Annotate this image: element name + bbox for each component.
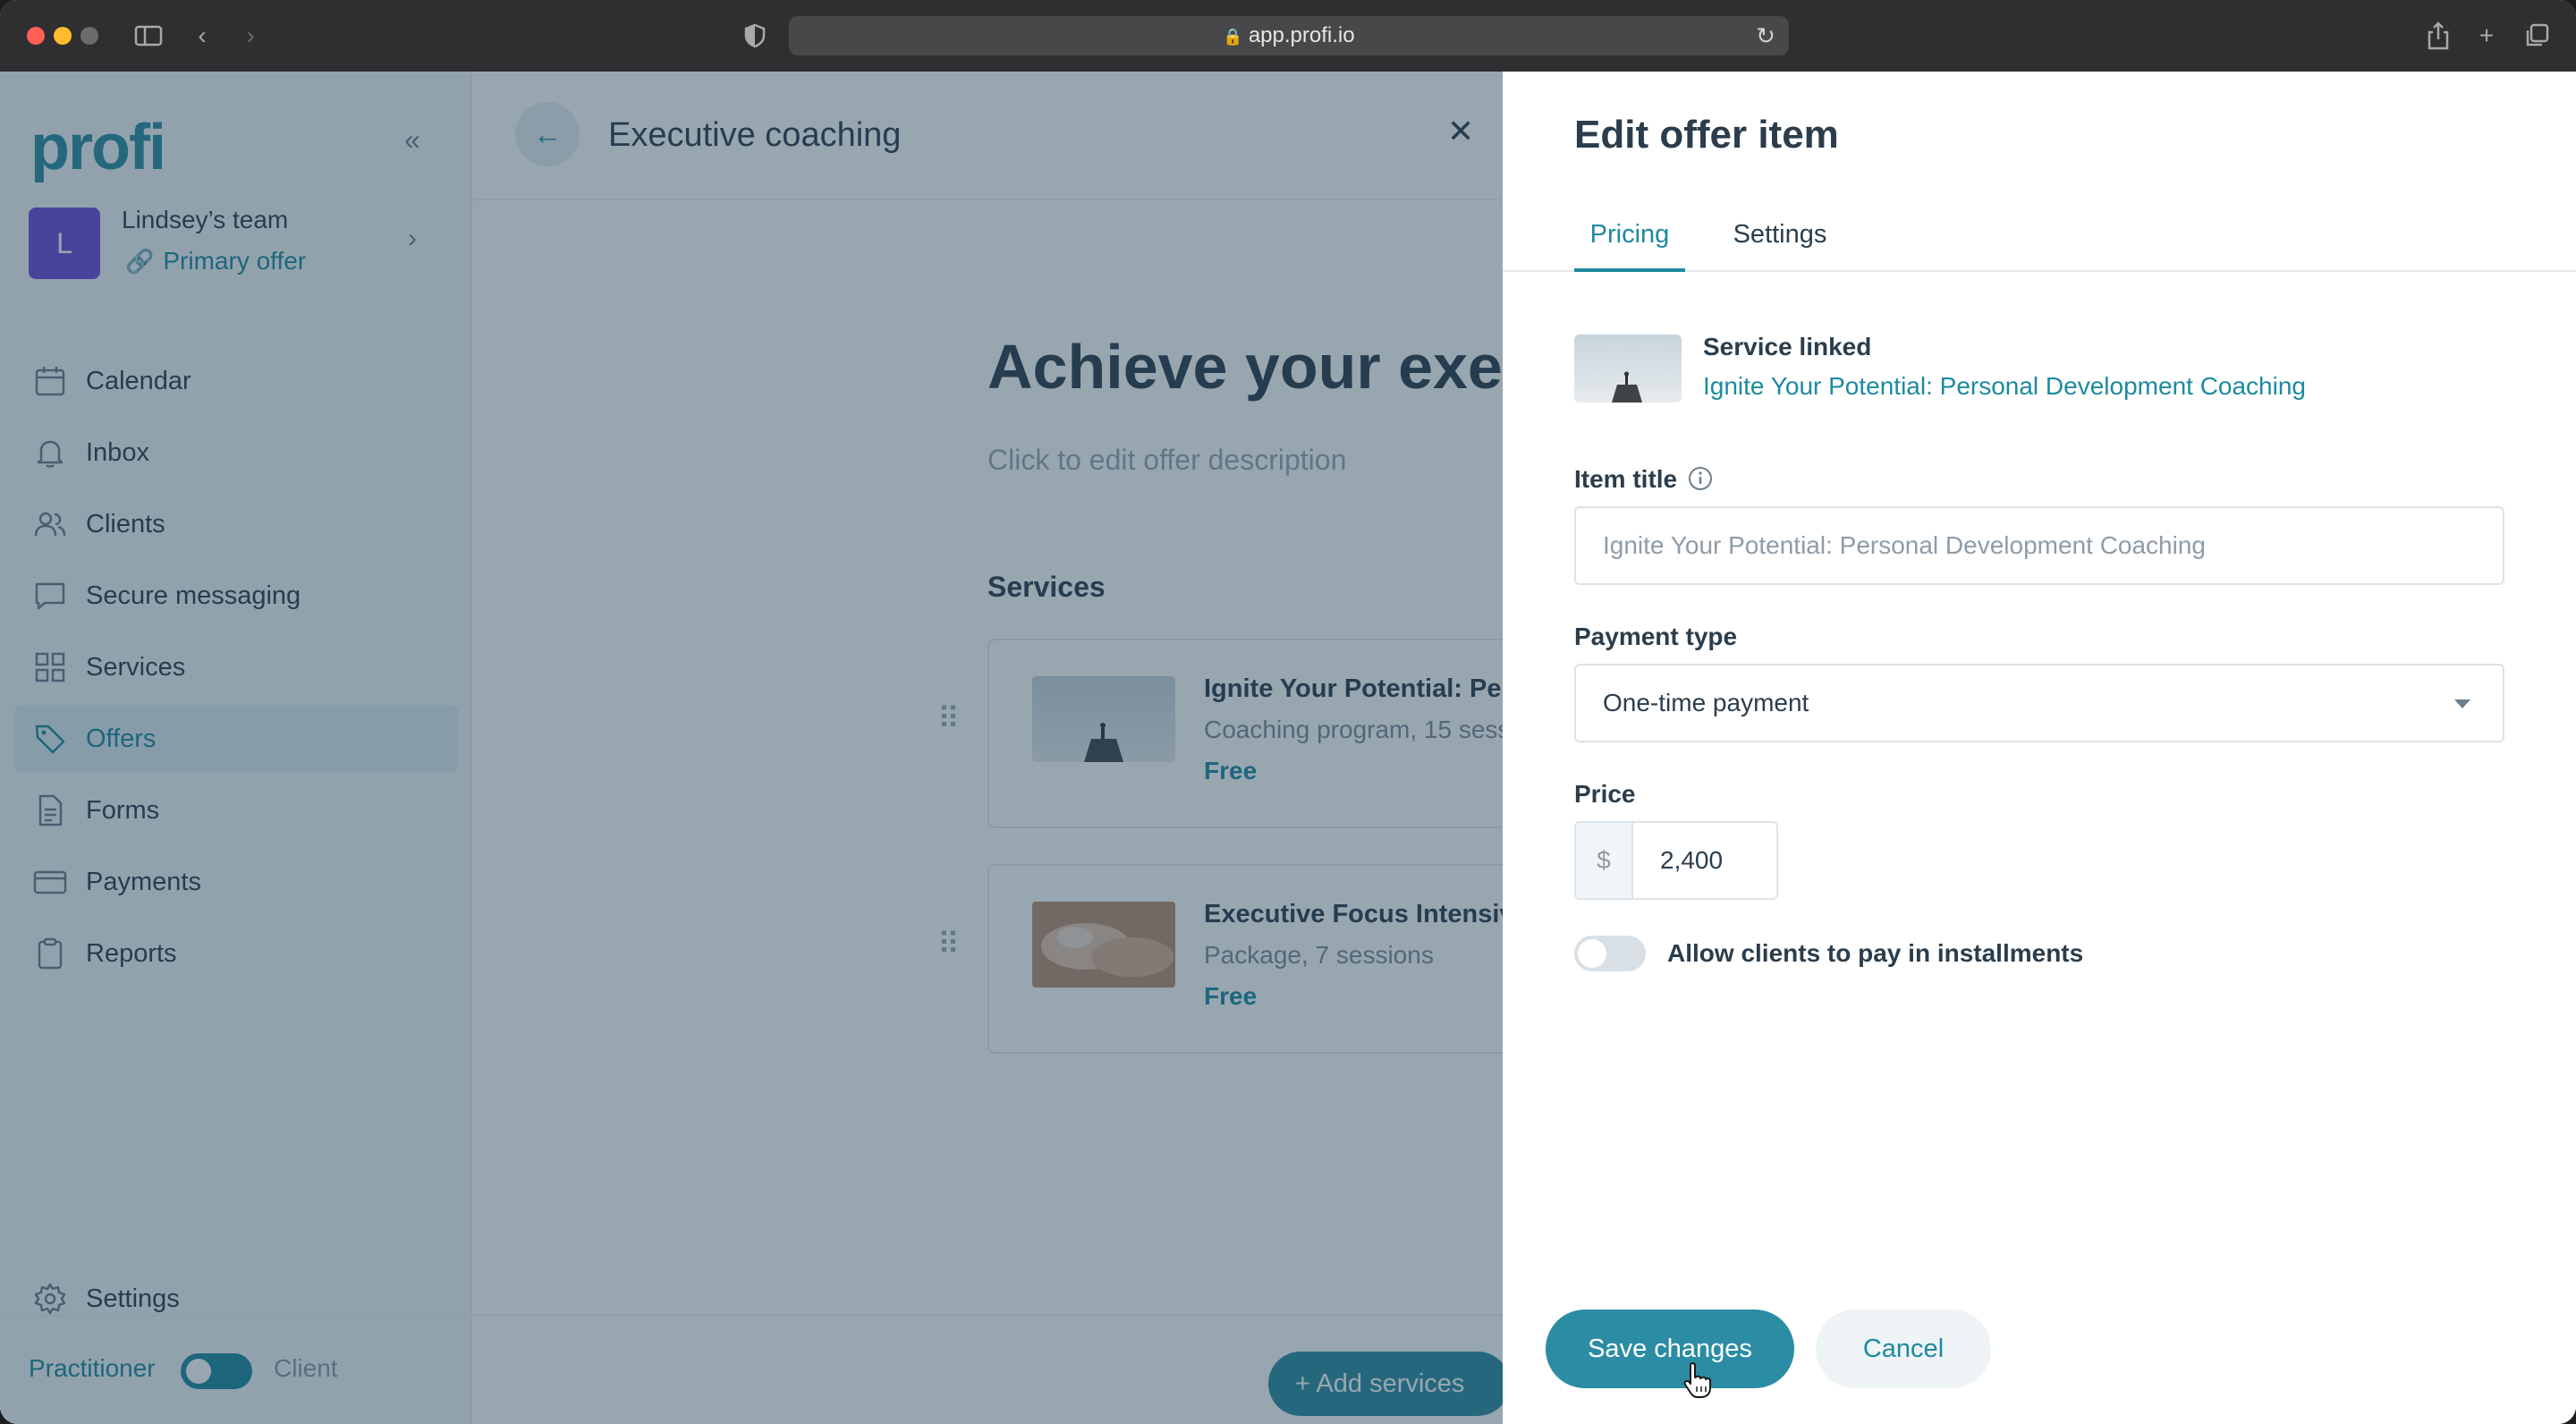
browser-toolbar: ‹ › 🔒 app.profi.io ↻ + bbox=[0, 0, 2576, 72]
back-arrow-icon[interactable]: ‹ bbox=[186, 20, 218, 52]
item-title-label: Item title bbox=[1574, 465, 1678, 493]
installments-label: Allow clients to pay in installments bbox=[1667, 939, 2084, 967]
drawer-title: Edit offer item bbox=[1574, 113, 1839, 157]
browser-window: ‹ › 🔒 app.profi.io ↻ + profi « L Lindsey’… bbox=[0, 0, 2576, 1424]
installments-toggle[interactable] bbox=[1574, 936, 1646, 971]
close-window-button[interactable] bbox=[27, 27, 45, 45]
edit-offer-item-drawer: Edit offer item Pricing Settings Service… bbox=[1503, 72, 2576, 1424]
payment-type-label: Payment type bbox=[1574, 623, 1738, 650]
forward-arrow-icon[interactable]: › bbox=[234, 20, 267, 52]
currency-symbol: $ bbox=[1576, 823, 1633, 898]
url-text: app.profi.io bbox=[1248, 23, 1355, 47]
zoom-window-button[interactable] bbox=[80, 27, 98, 45]
sidebar-toggle-icon[interactable] bbox=[132, 20, 165, 52]
reload-icon[interactable]: ↻ bbox=[1750, 20, 1782, 52]
info-icon[interactable] bbox=[1687, 465, 1714, 492]
item-title-input[interactable] bbox=[1574, 506, 2504, 585]
lock-icon: 🔒 bbox=[1223, 28, 1243, 46]
price-label: Price bbox=[1574, 780, 1636, 808]
hand-pointer-icon bbox=[1683, 1362, 1711, 1398]
tab-overview-icon[interactable] bbox=[2521, 20, 2553, 52]
tab-settings[interactable]: Settings bbox=[1728, 197, 1832, 272]
linked-service-thumbnail bbox=[1574, 335, 1682, 403]
share-icon[interactable] bbox=[2422, 20, 2454, 52]
price-field: $ bbox=[1574, 821, 1778, 900]
save-changes-button[interactable]: Save changes bbox=[1546, 1310, 1794, 1388]
price-input[interactable] bbox=[1633, 823, 1776, 898]
payment-type-select[interactable]: One-time payment bbox=[1574, 664, 2504, 742]
drawer-tabs: Pricing Settings bbox=[1503, 197, 2576, 272]
cancel-button[interactable]: Cancel bbox=[1816, 1310, 1991, 1388]
payment-type-value: One-time payment bbox=[1603, 689, 1809, 716]
address-bar[interactable]: 🔒 app.profi.io ↻ bbox=[789, 16, 1789, 55]
service-linked-label: Service linked bbox=[1703, 333, 1872, 360]
service-linked-link[interactable]: Ignite Your Potential: Personal Developm… bbox=[1703, 372, 2306, 401]
chevron-down-icon bbox=[2454, 699, 2470, 708]
modal-backdrop[interactable] bbox=[0, 72, 1503, 1424]
app-area: profi « L Lindsey’s team 🔗 Primary offer … bbox=[0, 72, 2576, 1424]
new-tab-icon[interactable]: + bbox=[2470, 20, 2503, 52]
minimize-window-button[interactable] bbox=[54, 27, 72, 45]
privacy-shield-icon[interactable] bbox=[739, 20, 771, 52]
tab-pricing[interactable]: Pricing bbox=[1574, 197, 1685, 272]
